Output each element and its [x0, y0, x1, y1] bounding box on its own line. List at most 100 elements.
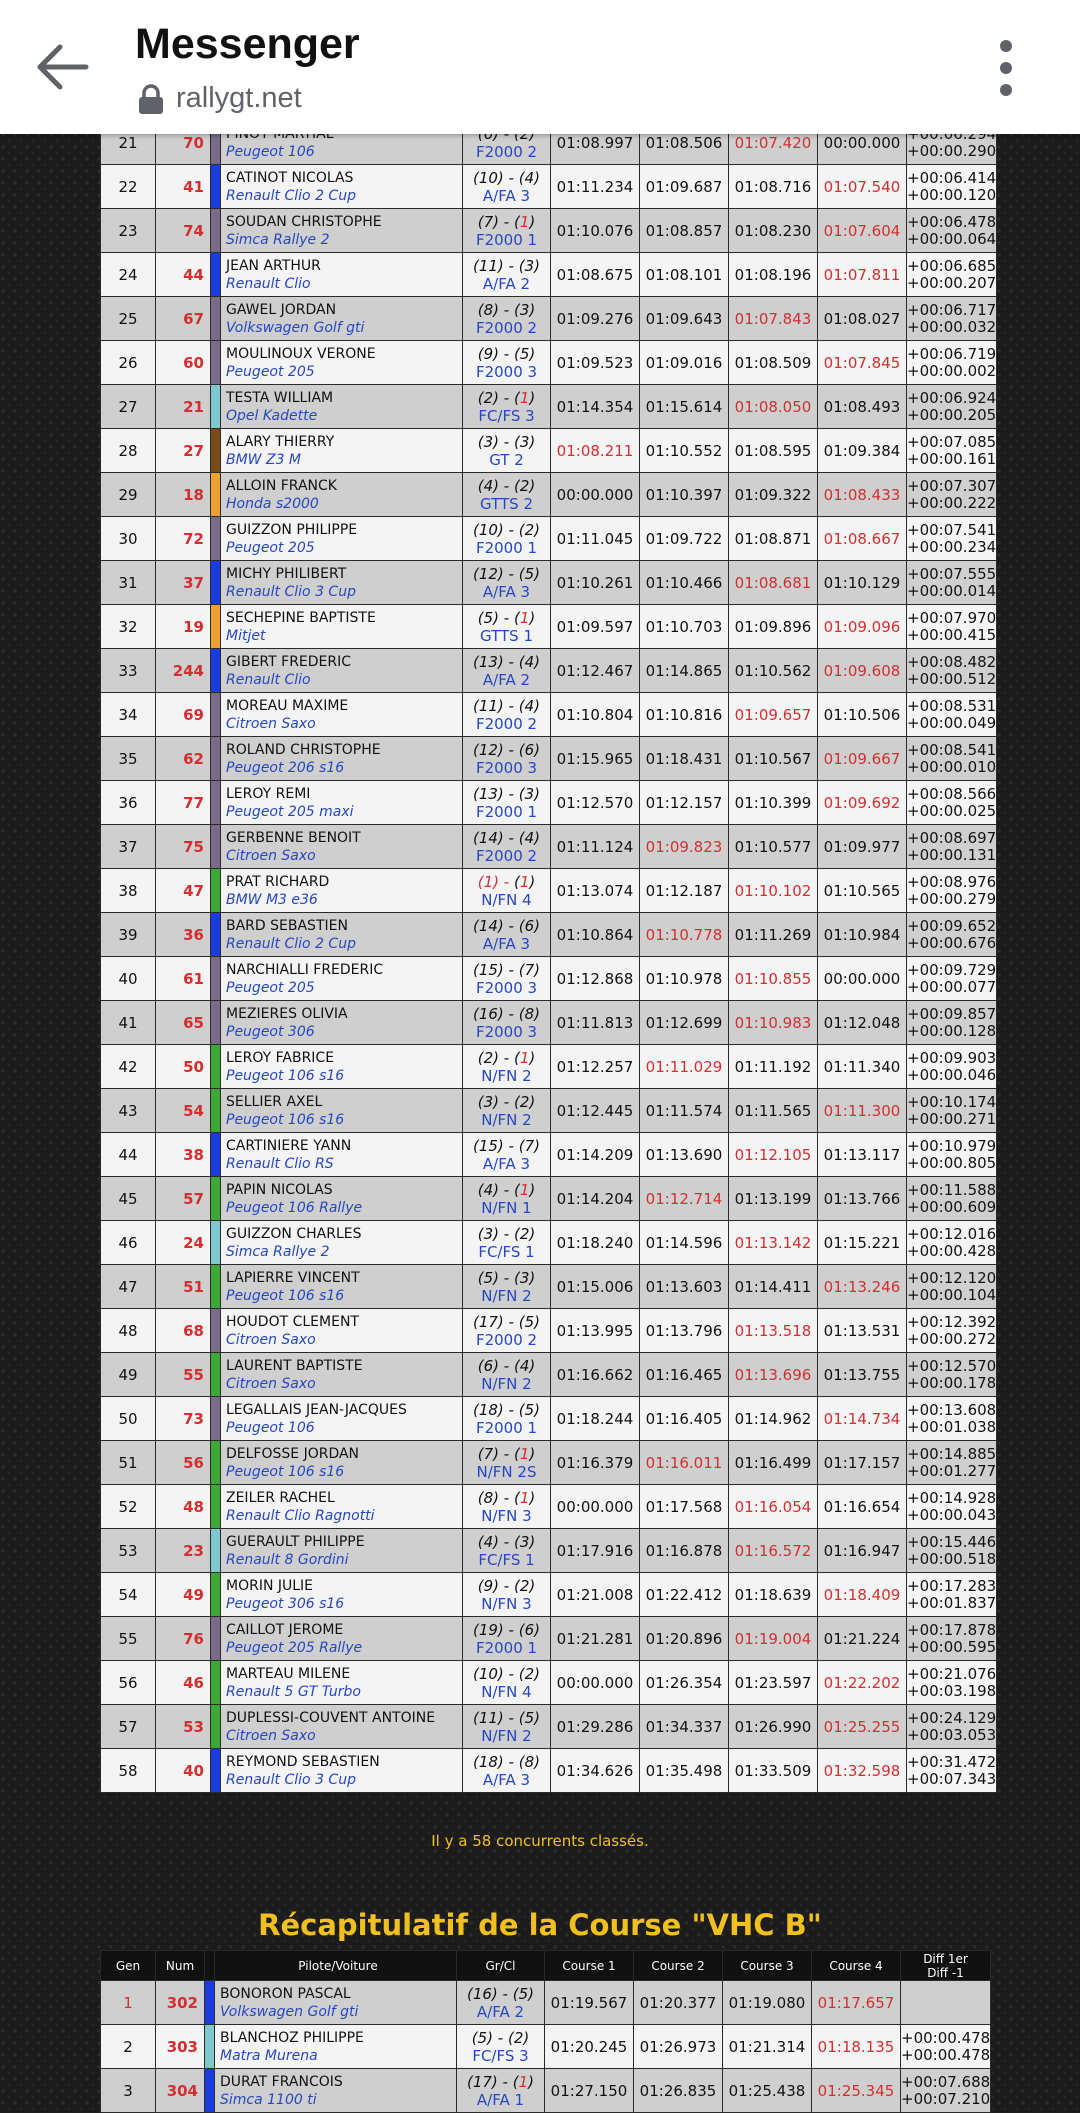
course-time-1: 01:12.257 — [550, 1044, 640, 1089]
group-rank-overall: (5) - — [477, 1268, 514, 1287]
diff-cell: +00:17.878 +00:00.595 — [906, 1616, 997, 1661]
group-rank-overall: (14) - — [472, 828, 519, 847]
group-class-name: A/FA 3 — [482, 186, 531, 205]
car-model: Peugeot 306 s16 — [226, 1595, 345, 1612]
diff-cell: +00:07.970 +00:00.415 — [906, 604, 997, 649]
pilot-name: LAURENT BAPTISTE — [226, 1357, 363, 1374]
group-rank: (4) - (1) — [463, 1181, 550, 1199]
course-time-4: 01:14.734 — [817, 1396, 907, 1441]
paren: ) — [529, 388, 536, 407]
course-time-3: 01:16.054 — [728, 1484, 818, 1529]
course-time-4: 01:13.246 — [817, 1264, 907, 1309]
pilot-name: NARCHIALLI FREDERIC — [226, 961, 384, 978]
course-time-1: 01:21.008 — [550, 1572, 640, 1617]
car-number-cell: 44 — [155, 252, 211, 297]
diff-first: +00:06.685 — [907, 256, 997, 275]
position-cell: 38 — [100, 868, 156, 913]
class-color-bar — [210, 516, 221, 561]
class-rank: 5 — [524, 1708, 535, 1727]
position-cell: 50 — [100, 1396, 156, 1441]
class-color-bar — [210, 736, 221, 781]
group-class-name: F2000 2 — [475, 846, 538, 865]
col-pilot: Pilote/Voiture — [214, 1950, 457, 1981]
diff-previous: +00:00.512 — [907, 669, 997, 688]
course-time-2: 01:10.552 — [639, 428, 729, 473]
car-model: Peugeot 106 — [226, 1419, 315, 1436]
paren: ) — [523, 2028, 530, 2047]
car-model: Simca Rallye 2 — [226, 1243, 330, 1260]
group-class-name: F2000 1 — [475, 1638, 538, 1657]
course-time-2: 01:10.397 — [639, 472, 729, 517]
table-row: 32 19 SECHEPINE BAPTISTE Mitjet (5) - (1) GTT… — [100, 604, 997, 649]
group-class-name: N/FN 2S — [476, 1462, 537, 1481]
group-rank: (11) - (4) — [463, 697, 550, 715]
paren: ) — [534, 1136, 540, 1155]
url-row: rallygt.net — [138, 82, 302, 115]
car-number-cell: 40 — [155, 1748, 211, 1793]
group-class-cell: (19) - (6) F2000 1 — [462, 1616, 551, 1661]
group-class-cell: (17) - (1) A/FA 1 — [456, 2068, 545, 2113]
diff-first: +00:24.129 — [907, 1708, 997, 1727]
table-row: 55 76 CAILLOT JEROME Peugeot 205 Rallye (19)… — [100, 1616, 997, 1661]
course-time-3: 01:09.896 — [728, 604, 818, 649]
class-rank: 6 — [524, 1620, 535, 1639]
group-rank: (11) - (3) — [463, 257, 550, 275]
diff-first: +00:07.970 — [907, 608, 997, 627]
course-time-2: 01:09.016 — [639, 340, 729, 385]
class-color-bar — [210, 340, 221, 385]
diff-first: +00:12.570 — [907, 1356, 997, 1375]
paren: ) — [529, 608, 536, 627]
group-rank-overall: (3) - — [477, 1092, 514, 1111]
position-cell: 33 — [100, 648, 156, 693]
diff-previous: +00:00.032 — [907, 317, 997, 336]
arrow-left-icon[interactable] — [30, 34, 96, 100]
more-vertical-icon[interactable] — [990, 38, 1022, 98]
diff-cell: +00:09.729 +00:00.077 — [906, 956, 997, 1001]
diff-cell: +00:08.541 +00:00.010 — [906, 736, 997, 781]
paren: ) — [534, 520, 540, 539]
group-class-cell: (4) - (1) N/FN 1 — [462, 1176, 551, 1221]
pilot-cell: HOUDOT CLEMENT Citroen Saxo — [220, 1308, 463, 1353]
pilot-name: MEZIERES OLIVIA — [226, 1005, 348, 1022]
car-model: Mitjet — [226, 627, 266, 644]
course-time-4: 01:13.766 — [817, 1176, 907, 1221]
col-diff-first: Diff 1er — [923, 1951, 968, 1966]
pilot-name: REYMOND SEBASTIEN — [226, 1753, 380, 1770]
diff-cell: +00:07.085 +00:00.161 — [906, 428, 997, 473]
class-color-bar — [210, 1176, 221, 1221]
car-model: Matra Murena — [220, 2047, 318, 2064]
car-number-cell: 77 — [155, 780, 211, 825]
diff-first: +00:08.697 — [907, 828, 997, 847]
car-model: Volkswagen Golf gti — [226, 319, 365, 336]
pilot-name: ROLAND CHRISTOPHE — [226, 741, 381, 758]
table-row: 25 67 GAWEL JORDAN Volkswagen Golf gti (8) -… — [100, 296, 997, 341]
group-class-cell: (18) - (8) A/FA 3 — [462, 1748, 551, 1793]
class-color-bar — [210, 868, 221, 913]
results-table: 2170PINOT MARTIALPeugeot 106(6) - (2)F20… — [100, 120, 997, 1793]
car-number-cell: 60 — [155, 340, 211, 385]
vhc-section-title: Récapitulatif de la Course "VHC B" — [258, 1908, 822, 1942]
class-color-bar — [210, 252, 221, 297]
pilot-name: BONORON PASCAL — [220, 1985, 351, 2002]
diff-cell: +00:08.531 +00:00.049 — [906, 692, 997, 737]
vhc-table-container: Gen Num Pilote/Voiture Gr/Cl Course 1 Co… — [100, 1950, 991, 2113]
class-rank: 1 — [518, 2072, 529, 2091]
diff-first: +00:10.174 — [907, 1092, 997, 1111]
course-time-3: 01:10.102 — [728, 868, 818, 913]
car-number-cell: 24 — [155, 1220, 211, 1265]
url-text[interactable]: rallygt.net — [176, 82, 302, 115]
group-rank: (2) - (1) — [463, 389, 550, 407]
col-course2: Course 2 — [633, 1950, 723, 1981]
diff-previous: +00:00.609 — [907, 1197, 997, 1216]
car-model: Citroen Saxo — [226, 1727, 316, 1744]
course-time-4: 01:08.667 — [817, 516, 907, 561]
pilot-name: LAPIERRE VINCENT — [226, 1269, 360, 1286]
course-time-1: 01:13.074 — [550, 868, 640, 913]
col-diff: Diff 1er Diff -1 — [900, 1950, 991, 1981]
car-number-cell: 72 — [155, 516, 211, 561]
course-time-1: 01:10.864 — [550, 912, 640, 957]
course-time-2: 01:15.614 — [639, 384, 729, 429]
car-model: Peugeot 205 — [226, 363, 315, 380]
group-rank-overall: (4) - — [477, 476, 514, 495]
car-number-cell: 27 — [155, 428, 211, 473]
